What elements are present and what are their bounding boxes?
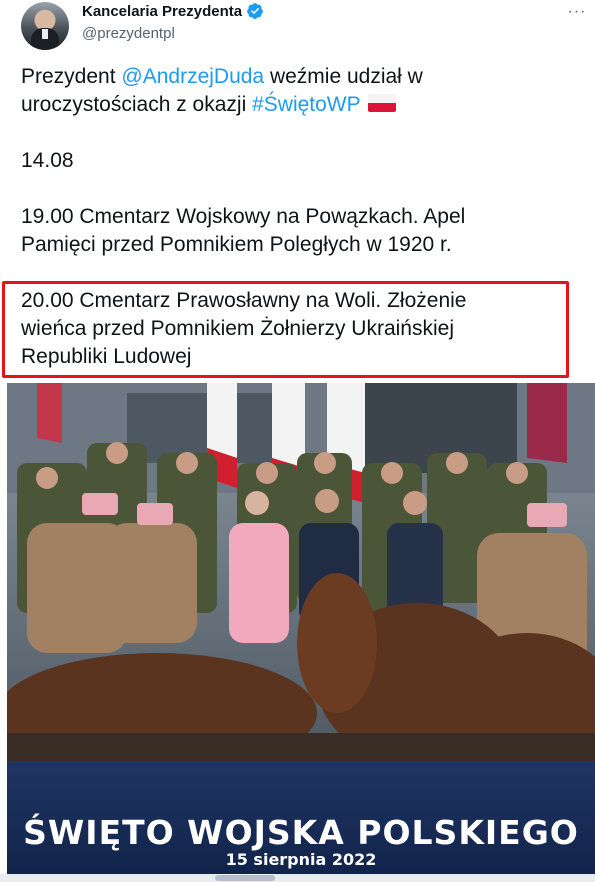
tweet-date: 14.08 (21, 149, 74, 172)
event-1-line-2: Pamięci przed Pomnikiem Poległych w 1920… (21, 233, 452, 256)
name-row: Kancelaria Prezydenta (82, 2, 264, 20)
ceremony-photo (7, 383, 595, 761)
event-2-line-3: Republiki Ludowej (21, 345, 192, 368)
event-1-line-1: 19.00 Cmentarz Wojskowy na Powązkach. Ap… (21, 205, 466, 228)
verified-badge-icon (247, 3, 263, 19)
event-2-line-2: wieńca przed Pomnikiem Żołnierzy Ukraińs… (21, 317, 454, 340)
handle[interactable]: @prezydentpl (82, 25, 175, 42)
poland-flag-icon (368, 94, 397, 112)
more-options-icon[interactable]: ··· (562, 2, 592, 22)
mention-link[interactable]: @AndrzejDuda (121, 65, 264, 88)
text-segment: Prezydent (21, 65, 122, 88)
banner-date: 15 sierpnia 2022 (225, 850, 377, 869)
scrollbar-thumb[interactable] (215, 875, 275, 881)
avatar[interactable] (21, 2, 69, 50)
text-segment: uroczystościach z okazji (21, 93, 253, 116)
event-2-line-1: 20.00 Cmentarz Prawosławny na Woli. Złoż… (21, 289, 467, 312)
hashtag-link[interactable]: #ŚwiętoWP (252, 93, 360, 116)
tweet-text-line-2: uroczystościach z okazji #ŚwiętoWP (21, 91, 581, 119)
horizontal-scrollbar[interactable] (0, 874, 595, 882)
tweet: Kancelaria Prezydenta @prezydentpl ··· P… (0, 0, 595, 882)
tweet-photo[interactable]: ŚWIĘTO WOJSKA POLSKIEGO 15 sierpnia 2022 (7, 383, 595, 882)
text-segment: weźmie udział w (264, 65, 423, 88)
tweet-text-line-1: Prezydent @AndrzejDuda weźmie udział w (21, 63, 581, 91)
display-name[interactable]: Kancelaria Prezydenta (82, 3, 242, 20)
tweet-header: Kancelaria Prezydenta @prezydentpl ··· (0, 0, 595, 52)
banner-title: ŚWIĘTO WOJSKA POLSKIEGO (23, 813, 579, 852)
